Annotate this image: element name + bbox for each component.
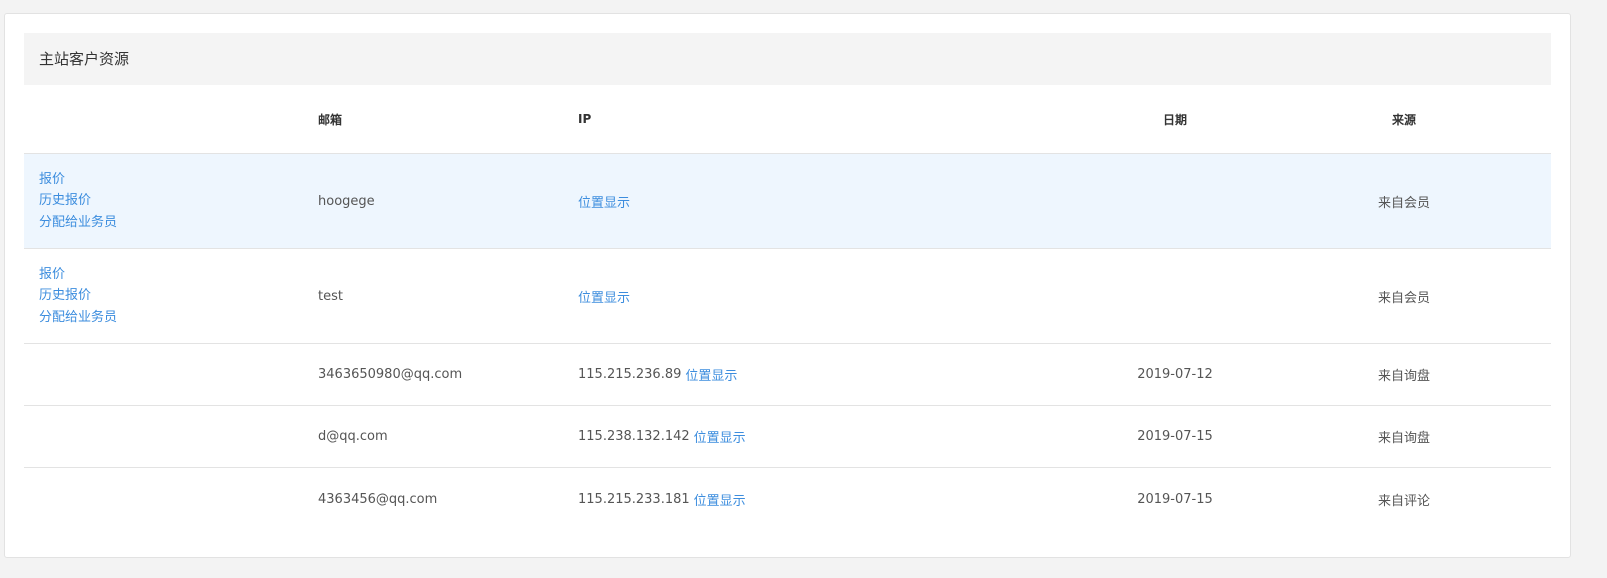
- email-cell: 4363456@qq.com: [318, 491, 438, 507]
- table-row: 报价 历史报价 分配给业务员 test 位置显示 来自会员: [24, 249, 1551, 344]
- source-cell: 来自会员: [1377, 195, 1430, 211]
- quote-link[interactable]: 报价: [39, 264, 117, 286]
- table-row: 4363456@qq.com 115.215.233.181 位置显示 2019…: [24, 468, 1551, 530]
- location-link[interactable]: 位置显示: [578, 192, 630, 211]
- email-cell: hoogege: [318, 193, 375, 209]
- ip-cell: 115.215.236.89 位置显示: [578, 344, 1078, 405]
- ip-address: 115.238.132.142: [578, 429, 690, 444]
- table-row: d@qq.com 115.238.132.142 位置显示 2019-07-15…: [24, 406, 1551, 468]
- quote-link[interactable]: 报价: [39, 169, 117, 191]
- customer-table: 邮箱 IP 日期 来源 报价 历史报价 分配给业务员 hoogege 位置显示 …: [24, 85, 1551, 530]
- assign-salesperson-link[interactable]: 分配给业务员: [39, 212, 117, 234]
- location-link[interactable]: 位置显示: [578, 287, 630, 306]
- header-actions: [39, 85, 299, 153]
- header-ip: IP: [578, 112, 592, 126]
- ip-address: 115.215.236.89: [578, 367, 682, 382]
- date-cell: [1080, 249, 1270, 343]
- source-cell: 来自评论: [1377, 493, 1430, 509]
- header-source: 来源: [1391, 112, 1416, 127]
- email-cell: d@qq.com: [318, 429, 388, 444]
- ip-cell: 位置显示: [578, 249, 1078, 343]
- table-row: 3463650980@qq.com 115.215.236.89 位置显示 20…: [24, 344, 1551, 406]
- email-cell: test: [318, 288, 343, 304]
- assign-salesperson-link[interactable]: 分配给业务员: [39, 307, 117, 329]
- row-actions: 报价 历史报价 分配给业务员: [39, 249, 299, 343]
- row-actions: [39, 406, 299, 467]
- source-cell: 来自询盘: [1377, 431, 1430, 446]
- panel-title: 主站客户资源: [24, 33, 1551, 85]
- date-cell: 2019-07-12: [1137, 367, 1213, 382]
- row-actions: 报价 历史报价 分配给业务员: [39, 154, 299, 248]
- ip-cell: 位置显示: [578, 154, 1078, 248]
- quote-history-link[interactable]: 历史报价: [39, 285, 117, 307]
- date-cell: 2019-07-15: [1137, 491, 1213, 507]
- date-cell: 2019-07-15: [1137, 429, 1213, 444]
- header-date: 日期: [1162, 112, 1187, 127]
- source-cell: 来自询盘: [1377, 369, 1430, 384]
- header-email: 邮箱: [318, 112, 343, 127]
- location-link[interactable]: 位置显示: [694, 427, 746, 446]
- customer-resources-panel: 主站客户资源 邮箱 IP 日期 来源 报价 历史报价 分配给业务员 hoogeg…: [4, 13, 1571, 558]
- ip-cell: 115.215.233.181 位置显示: [578, 468, 1078, 530]
- row-actions: [39, 344, 299, 405]
- quote-history-link[interactable]: 历史报价: [39, 190, 117, 212]
- ip-address: 115.215.233.181: [578, 491, 690, 507]
- table-header-row: 邮箱 IP 日期 来源: [24, 85, 1551, 154]
- table-row: 报价 历史报价 分配给业务员 hoogege 位置显示 来自会员: [24, 154, 1551, 249]
- location-link[interactable]: 位置显示: [685, 365, 737, 384]
- date-cell: [1080, 154, 1270, 248]
- source-cell: 来自会员: [1377, 290, 1430, 306]
- ip-cell: 115.238.132.142 位置显示: [578, 406, 1078, 467]
- email-cell: 3463650980@qq.com: [318, 367, 463, 382]
- row-actions: [39, 468, 299, 530]
- location-link[interactable]: 位置显示: [694, 490, 746, 509]
